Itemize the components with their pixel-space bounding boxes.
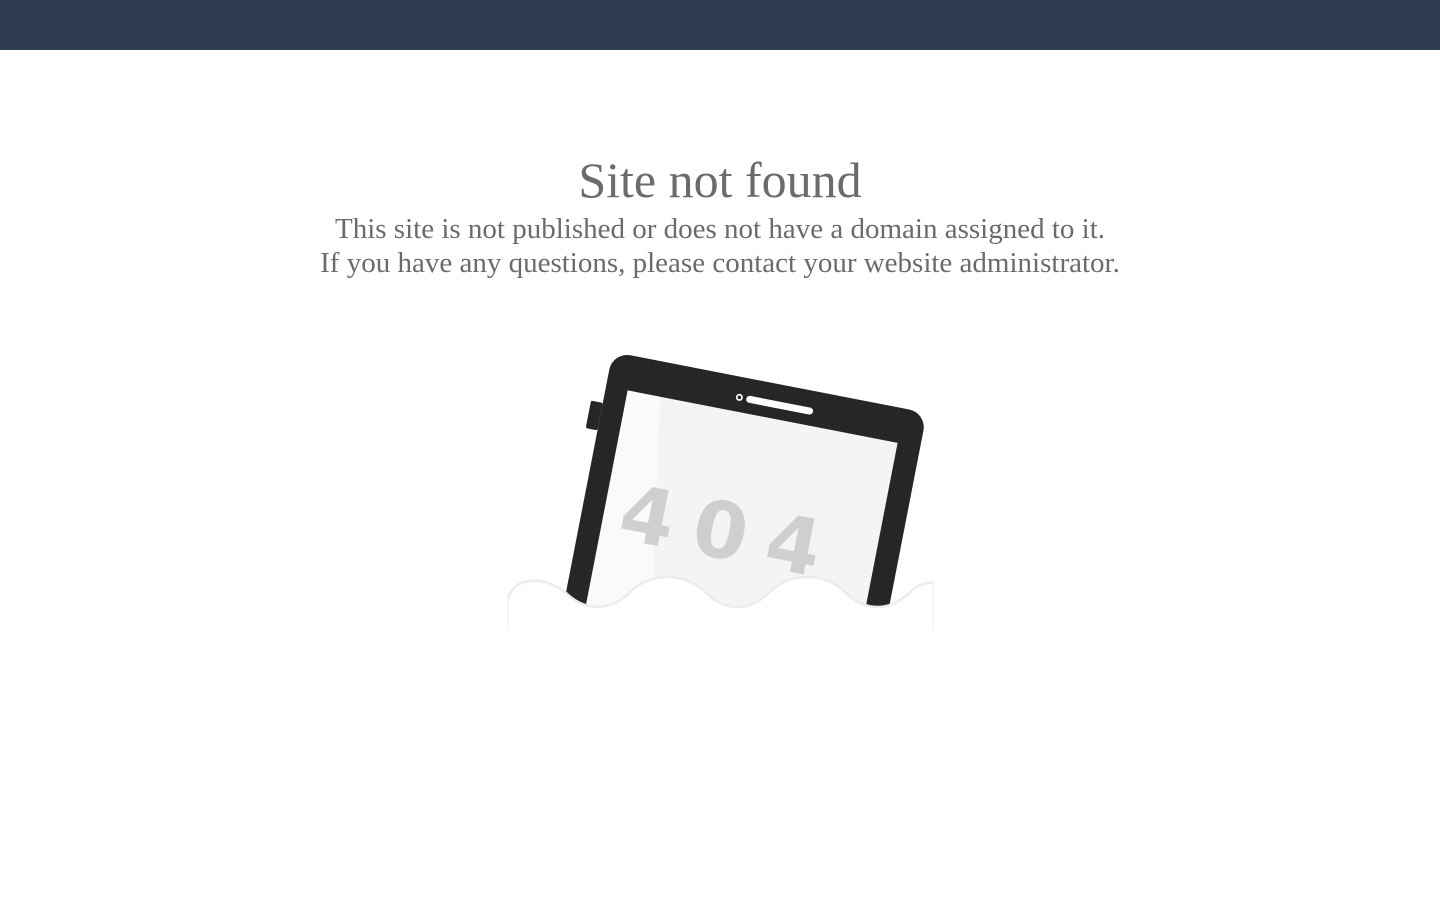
tablet-device: 404 bbox=[554, 354, 924, 608]
tablet-404-icon: 404 bbox=[505, 354, 935, 640]
message-line-2: If you have any questions, please contac… bbox=[320, 247, 1120, 279]
page-title: Site not found bbox=[578, 152, 862, 208]
message-line-1: This site is not published or does not h… bbox=[334, 213, 1105, 245]
top-bar bbox=[0, 0, 1440, 50]
